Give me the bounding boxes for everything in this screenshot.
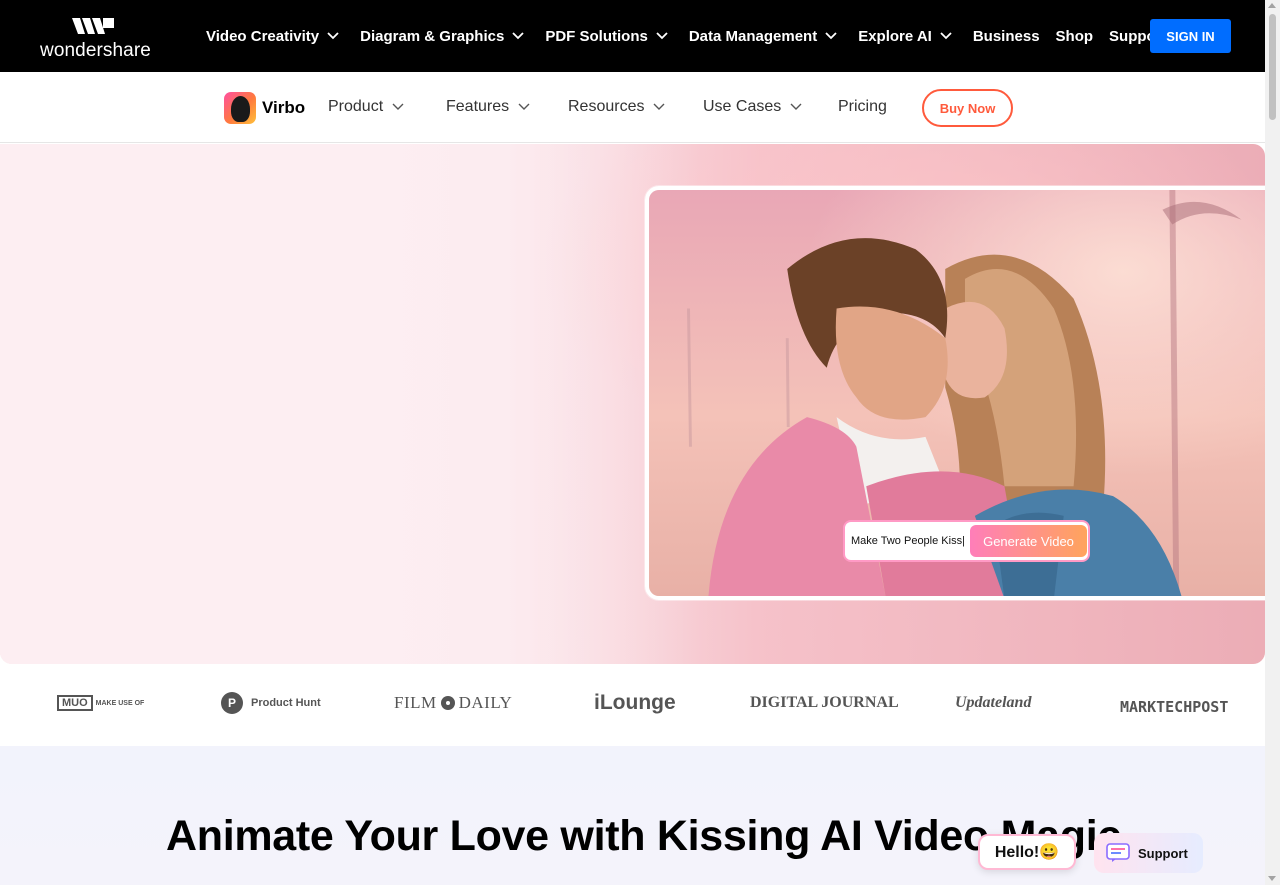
avatar-silhouette-icon (231, 96, 250, 122)
nav-video-creativity[interactable]: Video Creativity (206, 28, 360, 45)
prompt-input-text[interactable]: Make Two People Kiss| (851, 535, 969, 547)
digital-journal-logo: DIGITAL JOURNAL (750, 694, 899, 711)
global-nav: Video Creativity Diagram & Graphics PDF … (206, 0, 1183, 72)
subnav-features[interactable]: Features (446, 98, 530, 116)
nav-label: Data Management (688, 27, 818, 45)
subnav-label: Use Cases (703, 98, 782, 115)
subnav-pricing[interactable]: Pricing (838, 98, 887, 116)
product-hunt-icon: P (221, 692, 243, 714)
subnav-label: Product (328, 98, 384, 115)
chat-support-icon (1106, 843, 1130, 862)
wondershare-wordmark: wondershare (40, 40, 151, 61)
scrollbar-thumb[interactable] (1269, 14, 1276, 120)
wondershare-logo[interactable]: wondershare (40, 14, 151, 62)
virbo-app-icon[interactable] (224, 92, 256, 124)
support-label: Support (1138, 845, 1188, 861)
prompt-input-box[interactable]: Make Two People Kiss| Generate Video (843, 520, 1090, 562)
hero-banner: Make Two People Kiss| Generate Video (0, 144, 1265, 664)
ilounge-logo: iLounge (594, 691, 676, 714)
nav-pdf-solutions[interactable]: PDF Solutions (545, 28, 689, 45)
scroll-up-arrow-icon[interactable] (1268, 3, 1276, 8)
global-header: wondershare Video Creativity Diagram & G… (0, 0, 1265, 72)
chevron-down-icon (825, 32, 837, 40)
chevron-down-icon (518, 103, 530, 110)
subnav-resources[interactable]: Resources (568, 98, 665, 116)
subnav-label: Features (446, 98, 510, 115)
sign-in-button[interactable]: SIGN IN (1150, 19, 1231, 53)
makeuseof-logo: MUO MAKE USE OF (57, 688, 145, 718)
nav-data-management[interactable]: Data Management (689, 28, 858, 45)
chevron-down-icon (656, 32, 668, 40)
press-logos-strip: MUO MAKE USE OF P Product Hunt FILM DAIL… (0, 664, 1265, 746)
product-hunt-logo: P Product Hunt (221, 688, 321, 718)
nav-label: Diagram & Graphics (360, 27, 505, 45)
support-chat-widget[interactable]: Support (1094, 833, 1203, 873)
nav-shop[interactable]: Shop (1056, 28, 1094, 45)
film-reel-icon (440, 696, 455, 710)
muo-subtext: MAKE USE OF (95, 699, 145, 707)
nav-label: Explore AI (858, 27, 932, 45)
generate-video-button[interactable]: Generate Video (970, 525, 1087, 557)
wondershare-logo-icon (72, 18, 114, 34)
film-daily-text-1: FILM (394, 693, 437, 712)
subnav-label: Resources (568, 98, 645, 115)
page-scrollbar[interactable] (1265, 0, 1280, 885)
chevron-down-icon (327, 32, 339, 40)
chevron-down-icon (940, 32, 952, 40)
product-name[interactable]: Virbo (262, 98, 305, 118)
chevron-down-icon (653, 103, 665, 110)
feature-section: Animate Your Love with Kissing AI Video … (0, 746, 1265, 885)
nav-business[interactable]: Business (973, 28, 1040, 45)
nav-explore-ai[interactable]: Explore AI (858, 28, 973, 45)
chevron-down-icon (392, 103, 404, 110)
chevron-down-icon (790, 103, 802, 110)
buy-now-button[interactable]: Buy Now (922, 89, 1013, 127)
hero-left-fade (0, 144, 700, 664)
film-daily-logo: FILM DAILY (394, 688, 512, 718)
nav-label: PDF Solutions (545, 27, 648, 45)
nav-diagram-graphics[interactable]: Diagram & Graphics (360, 28, 545, 45)
subnav-product[interactable]: Product (328, 98, 404, 116)
product-hunt-text: Product Hunt (251, 697, 321, 709)
film-daily-text-2: DAILY (458, 693, 513, 712)
updateland-logo: Updateland (955, 694, 1032, 711)
muo-box: MUO (57, 695, 93, 711)
marktechpost-logo: MARKTECHPOST (1120, 698, 1229, 716)
nav-label: Video Creativity (206, 27, 320, 45)
product-nav: Virbo Product Features Resources Use Cas… (0, 72, 1265, 143)
chevron-down-icon (512, 32, 524, 40)
scroll-down-arrow-icon[interactable] (1268, 876, 1276, 881)
hello-chat-bubble[interactable]: Hello!😀 (978, 834, 1076, 870)
subnav-use-cases[interactable]: Use Cases (703, 98, 802, 116)
